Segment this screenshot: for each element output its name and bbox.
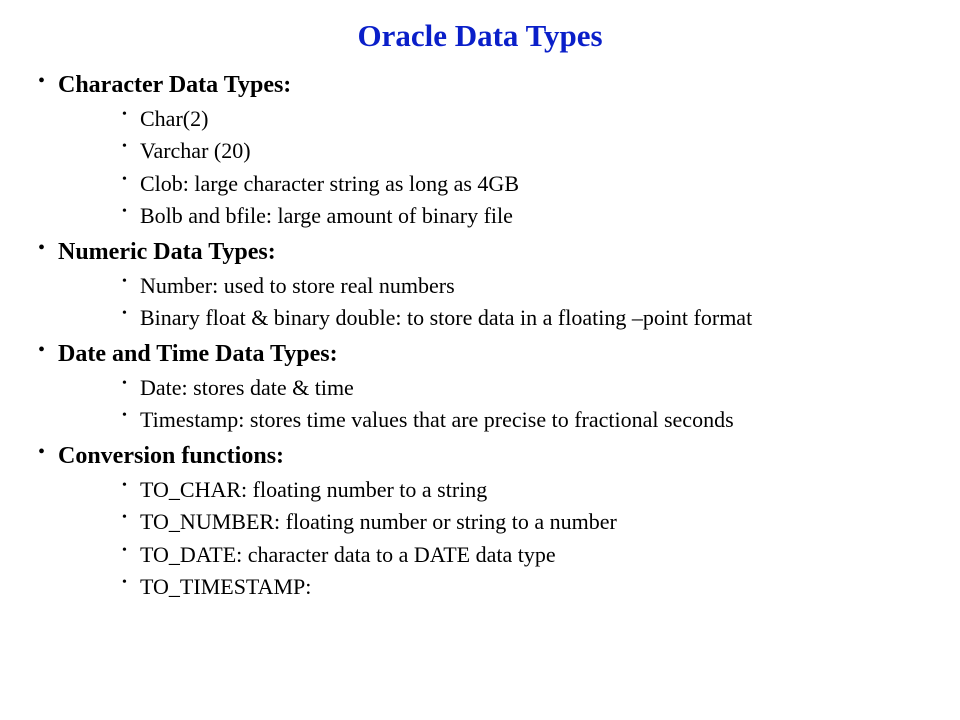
list-item: Number: used to store real numbers <box>140 270 930 303</box>
section: Character Data Types: Char(2) Varchar (2… <box>58 68 930 233</box>
sub-list: TO_CHAR: floating number to a string TO_… <box>58 474 930 604</box>
list-item: TO_TIMESTAMP: <box>140 571 930 604</box>
list-item: Varchar (20) <box>140 135 930 168</box>
list-item: Binary float & binary double: to store d… <box>140 302 930 335</box>
list-item: Date: stores date & time <box>140 372 930 405</box>
list-item: TO_DATE: character data to a DATE data t… <box>140 539 930 572</box>
list-item: TO_CHAR: floating number to a string <box>140 474 930 507</box>
list-item: Bolb and bfile: large amount of binary f… <box>140 200 930 233</box>
slide-title: Oracle Data Types <box>30 18 930 54</box>
sub-list: Number: used to store real numbers Binar… <box>58 270 930 335</box>
list-item: Timestamp: stores time values that are p… <box>140 404 930 437</box>
section: Date and Time Data Types: Date: stores d… <box>58 337 930 437</box>
list-item: Char(2) <box>140 103 930 136</box>
section-heading: Conversion functions: <box>58 439 930 474</box>
section-heading: Numeric Data Types: <box>58 235 930 270</box>
section-heading: Character Data Types: <box>58 68 930 103</box>
section: Numeric Data Types: Number: used to stor… <box>58 235 930 335</box>
list-item: Clob: large character string as long as … <box>140 168 930 201</box>
section-heading: Date and Time Data Types: <box>58 337 930 372</box>
sub-list: Char(2) Varchar (20) Clob: large charact… <box>58 103 930 233</box>
content-list: Character Data Types: Char(2) Varchar (2… <box>30 68 930 604</box>
sub-list: Date: stores date & time Timestamp: stor… <box>58 372 930 437</box>
list-item: TO_NUMBER: floating number or string to … <box>140 506 930 539</box>
section: Conversion functions: TO_CHAR: floating … <box>58 439 930 604</box>
